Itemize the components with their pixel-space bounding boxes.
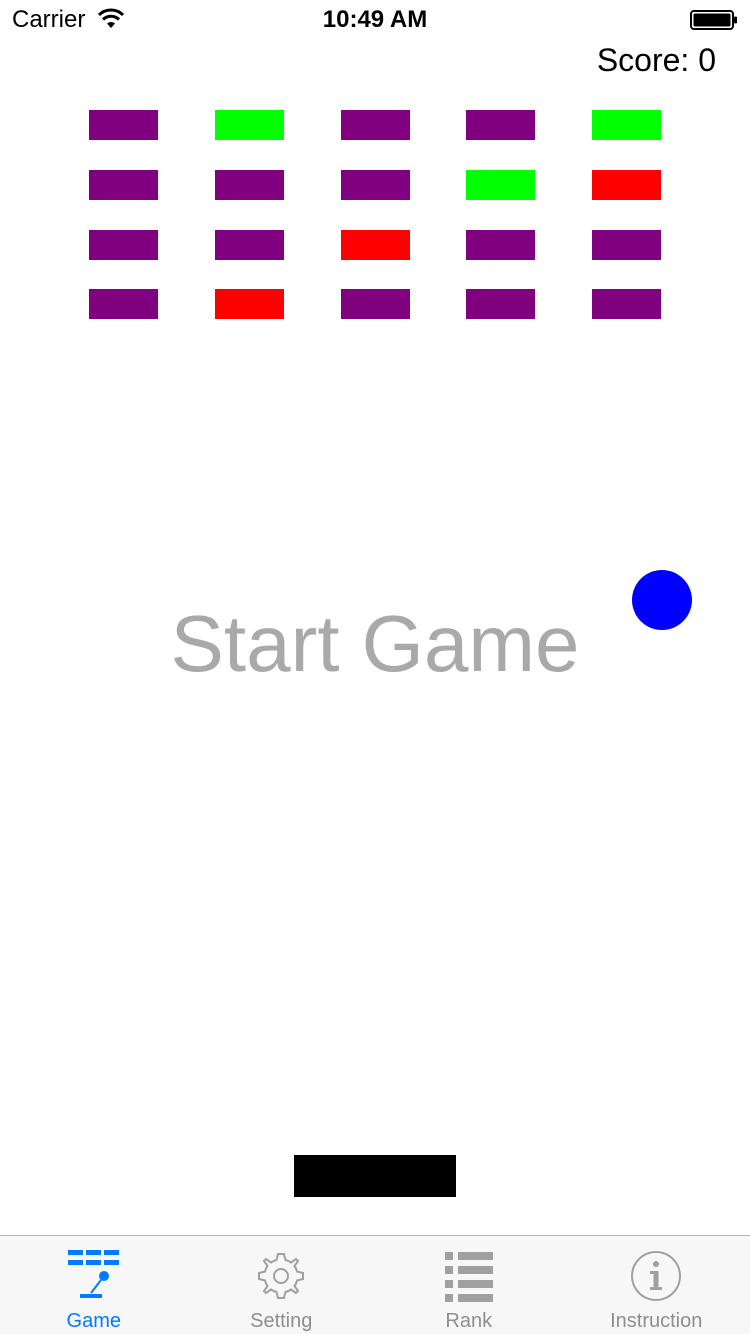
- tab-instruction-label: Instruction: [610, 1310, 703, 1332]
- brick: [592, 230, 661, 260]
- brick: [89, 230, 158, 260]
- brick-grid: [89, 110, 669, 322]
- brick: [341, 110, 410, 140]
- brick: [341, 289, 410, 319]
- brick: [89, 170, 158, 200]
- tab-setting-label: Setting: [250, 1310, 313, 1332]
- tab-game-label: Game: [66, 1310, 121, 1332]
- battery-icon: [690, 10, 737, 30]
- brick: [592, 110, 661, 140]
- brick: [89, 289, 158, 319]
- game-bricks-icon: [67, 1250, 119, 1298]
- tab-rank-label: Rank: [445, 1310, 493, 1332]
- tab-bar: Game Setting Rank Instruction: [0, 1235, 750, 1334]
- brick: [89, 110, 158, 140]
- tab-game[interactable]: Game: [0, 1236, 188, 1334]
- brick: [341, 230, 410, 260]
- start-game-button[interactable]: Start Game: [0, 598, 750, 690]
- brick: [341, 170, 410, 200]
- info-icon: [631, 1251, 682, 1301]
- paddle[interactable]: [294, 1155, 456, 1197]
- brick: [466, 110, 535, 140]
- brick: [466, 289, 535, 319]
- brick: [466, 170, 535, 200]
- tab-rank[interactable]: Rank: [375, 1236, 563, 1334]
- brick: [215, 289, 284, 319]
- gear-icon: [258, 1253, 305, 1299]
- tab-setting[interactable]: Setting: [188, 1236, 376, 1334]
- game-screen: Carrier 10:49 AM Score: 0 Start Game Gam…: [0, 0, 750, 1334]
- tab-instruction[interactable]: Instruction: [563, 1236, 750, 1334]
- brick: [592, 289, 661, 319]
- status-bar: Carrier 10:49 AM: [0, 0, 750, 40]
- brick: [215, 170, 284, 200]
- brick: [466, 230, 535, 260]
- score-label: Score: 0: [596, 42, 716, 78]
- list-icon: [444, 1252, 493, 1302]
- brick: [215, 230, 284, 260]
- status-time: 10:49 AM: [322, 6, 428, 33]
- brick: [592, 170, 661, 200]
- brick: [215, 110, 284, 140]
